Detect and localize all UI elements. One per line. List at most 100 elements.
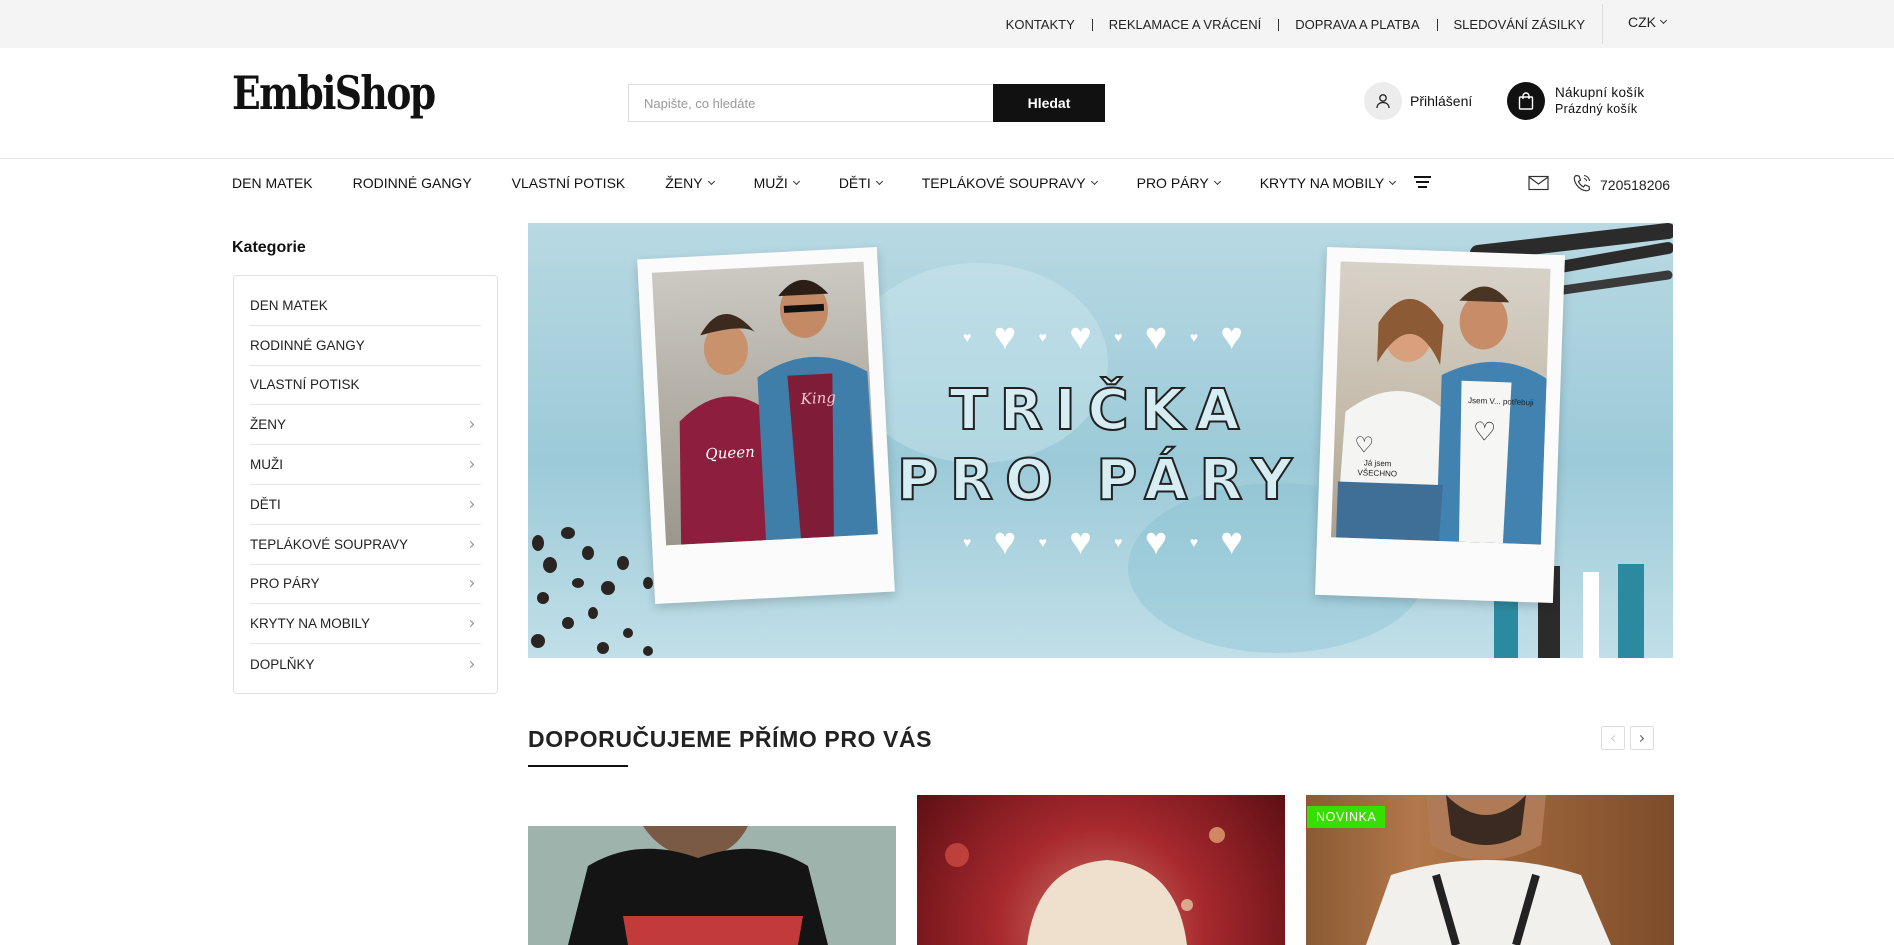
hearts-row-top: ♥ ♥ ♥ ♥ ♥ ♥ ♥ ♥ — [963, 318, 1243, 356]
nav-item-zeny[interactable]: ŽENY — [665, 175, 715, 191]
chevron-right-icon — [466, 500, 475, 508]
top-links: KONTAKTY REKLAMACE A VRÁCENÍ DOPRAVA A P… — [989, 0, 1602, 48]
header-divider — [0, 158, 1894, 159]
heart-icon: ♥ — [1038, 534, 1047, 550]
cart-link[interactable]: Nákupní košík Prázdný košík — [1507, 82, 1644, 120]
nav-item-label: ŽENY — [665, 175, 703, 191]
cart-status: Prázdný košík — [1555, 102, 1638, 116]
product-image-tshirt[interactable] — [528, 826, 896, 945]
top-divider — [1602, 4, 1603, 44]
login-link[interactable]: Přihlášení — [1364, 82, 1472, 120]
sidebar-item-label: PRO PÁRY — [250, 576, 320, 592]
mail-icon[interactable] — [1528, 175, 1549, 196]
chevron-down-icon — [1090, 177, 1098, 186]
cart-title: Nákupní košík — [1555, 85, 1645, 100]
nav-item-label: PRO PÁRY — [1136, 175, 1209, 191]
currency-label: CZK — [1628, 14, 1656, 30]
carousel-next-button[interactable] — [1630, 726, 1654, 750]
heart-icon: ♥ — [1069, 521, 1092, 563]
sidebar-item-pro-pary[interactable]: PRO PÁRY — [250, 565, 481, 605]
nav-item-kryty-na-mobily[interactable]: KRYTY NA MOBILY — [1259, 175, 1397, 191]
chevron-right-icon — [466, 461, 475, 469]
nav-item-teplakove-soupravy[interactable]: TEPLÁKOVÉ SOUPRAVY — [921, 175, 1098, 191]
product-image-bag[interactable] — [917, 795, 1285, 945]
chevron-down-icon — [1389, 177, 1397, 186]
top-bar: KONTAKTY REKLAMACE A VRÁCENÍ DOPRAVA A P… — [0, 0, 1894, 48]
nav-item-label: TEPLÁKOVÉ SOUPRAVY — [921, 175, 1086, 191]
heart-icon: ♥ — [1220, 521, 1243, 563]
sidebar-item-kryty-na-mobily[interactable]: KRYTY NA MOBILY — [250, 604, 481, 645]
chevron-right-icon — [466, 540, 475, 548]
sidebar-item-deti[interactable]: DĚTI — [250, 485, 481, 525]
main-nav: DEN MATEK RODINNÉ GANGY VLASTNÍ POTISK Ž… — [232, 172, 1435, 194]
user-icon — [1364, 82, 1402, 120]
nav-item-label: RODINNÉ GANGY — [352, 175, 472, 191]
sidebar-item-label: MUŽI — [250, 457, 283, 473]
sidebar-title: Kategorie — [232, 239, 306, 256]
nav-item-den-matek[interactable]: DEN MATEK — [232, 175, 313, 191]
nav-item-vlastni-potisk[interactable]: VLASTNÍ POTISK — [512, 175, 626, 191]
section-title: DOPORUČUJEME PŘÍMO PRO VÁS — [528, 726, 933, 752]
heart-icon: ♥ — [993, 521, 1017, 563]
search-button[interactable]: Hledat — [993, 84, 1105, 122]
sidebar-item-label: DEN MATEK — [250, 297, 328, 313]
heart-icon: ♥ — [1144, 521, 1168, 563]
chevron-right-icon — [466, 421, 475, 429]
phone-number: 720518206 — [1600, 176, 1671, 193]
nav-item-deti[interactable]: DĚTI — [839, 175, 883, 191]
heart-icon: ♥ — [1144, 316, 1168, 358]
carousel-prev-button[interactable] — [1601, 726, 1625, 750]
banner-title-line1: TRIČKA — [949, 377, 1252, 444]
nav-item-muzi[interactable]: MUŽI — [753, 175, 800, 191]
menu-icon[interactable] — [1414, 176, 1431, 191]
currency-selector[interactable]: CZK — [1628, 14, 1668, 30]
sidebar-item-label: TEPLÁKOVÉ SOUPRAVY — [250, 536, 409, 552]
heart-icon: ♥ — [1114, 534, 1123, 550]
heart-icon: ♥ — [1114, 329, 1123, 345]
search-form: Hledat — [628, 84, 1105, 122]
hearts-row-bottom: ♥ ♥ ♥ ♥ ♥ ♥ ♥ ♥ — [963, 523, 1243, 561]
nav-item-label: DEN MATEK — [232, 175, 313, 191]
nav-item-pro-pary[interactable]: PRO PÁRY — [1136, 175, 1221, 191]
chevron-down-icon — [875, 177, 883, 186]
sidebar-item-muzi[interactable]: MUŽI — [250, 445, 481, 485]
phone-contact[interactable]: 720518206 — [1572, 173, 1670, 196]
nav-item-label: VLASTNÍ POTISK — [511, 175, 626, 191]
chevron-left-icon — [1610, 734, 1619, 742]
nav-item-label: KRYTY NA MOBILY — [1259, 175, 1385, 191]
top-link-doprava[interactable]: DOPRAVA A PLATBA — [1278, 17, 1436, 32]
sidebar-item-rodinne-gangy[interactable]: RODINNÉ GANGY — [250, 326, 481, 366]
sidebar-item-doplnky[interactable]: DOPLŇKY — [250, 644, 481, 684]
sidebar-item-vlastni-potisk[interactable]: VLASTNÍ POTISK — [250, 366, 481, 406]
shopping-bag-icon — [1507, 82, 1545, 120]
heart-icon: ♥ — [963, 534, 972, 550]
chevron-right-icon — [466, 620, 475, 628]
top-link-reklamace[interactable]: REKLAMACE A VRÁCENÍ — [1091, 17, 1278, 32]
heart-icon: ♥ — [963, 329, 972, 345]
heart-icon: ♥ — [1189, 329, 1198, 345]
chevron-right-icon — [466, 580, 475, 588]
search-input[interactable] — [628, 84, 993, 122]
chevron-down-icon — [792, 177, 800, 186]
sidebar-item-label: DĚTI — [250, 496, 281, 512]
sidebar-item-den-matek[interactable]: DEN MATEK — [250, 286, 481, 326]
top-link-kontakty[interactable]: KONTAKTY — [989, 17, 1092, 32]
sidebar-item-zeny[interactable]: ŽENY — [250, 405, 481, 446]
chevron-right-icon — [1636, 734, 1645, 742]
logo[interactable]: EmbiShop — [232, 70, 436, 116]
login-label: Přihlášení — [1410, 93, 1473, 109]
sidebar-item-label: ŽENY — [250, 417, 287, 433]
banner-title-line2: PRO PÁRY — [896, 447, 1305, 514]
hero-banner[interactable]: Queen King ♡ ♡ Já jsem VŠECHNO Jsem V...… — [528, 223, 1673, 658]
phone-icon — [1572, 173, 1592, 196]
chevron-down-icon — [707, 177, 715, 186]
sidebar-item-teplakove-soupravy[interactable]: TEPLÁKOVÉ SOUPRAVY — [250, 525, 481, 565]
cart-summary: Nákupní košík Prázdný košík — [1555, 84, 1644, 118]
top-link-sledovani[interactable]: SLEDOVÁNÍ ZÁSILKY — [1436, 17, 1603, 32]
nav-item-rodinne-gangy[interactable]: RODINNÉ GANGY — [353, 175, 472, 191]
heart-icon: ♥ — [1189, 534, 1198, 550]
sidebar-item-label: KRYTY NA MOBILY — [250, 616, 371, 632]
chevron-down-icon — [1659, 16, 1668, 25]
heart-icon: ♥ — [993, 316, 1017, 358]
nav-item-label: MUŽI — [753, 175, 788, 191]
